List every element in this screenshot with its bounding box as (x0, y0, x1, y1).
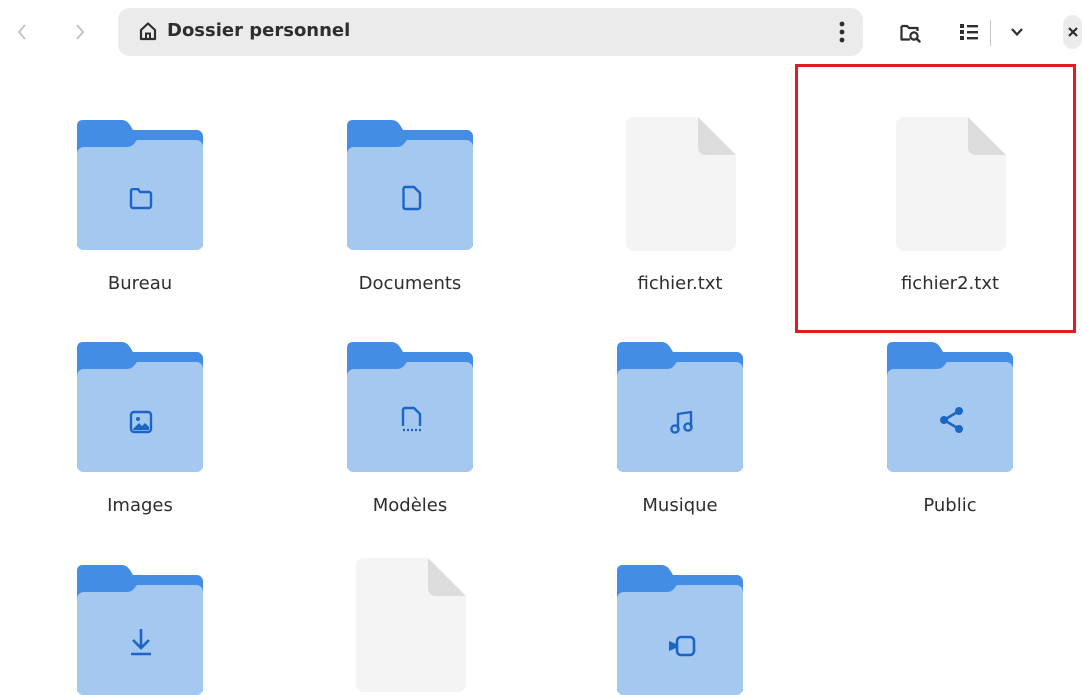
music-icon (670, 410, 693, 434)
item-label: Bureau (107, 273, 173, 294)
list-view-icon (960, 24, 978, 40)
item-label: Musique (642, 495, 718, 516)
header-bar: Dossier personnel (0, 0, 1082, 66)
toolbar-separator (990, 20, 991, 46)
document-icon (402, 185, 422, 211)
forward-icon (76, 24, 85, 40)
grid-item-fichier[interactable]: fichier.txt (545, 110, 815, 310)
grid-item-public[interactable]: Public (815, 332, 1082, 532)
grid-item-bureau[interactable]: Bureau (5, 110, 275, 310)
template-icon (401, 406, 422, 432)
item-label: Public (923, 495, 977, 516)
chevron-down-icon (1011, 28, 1023, 37)
close-button[interactable] (1055, 15, 1082, 49)
grid-item-modeles[interactable]: Modèles (275, 332, 545, 532)
forward-button[interactable] (66, 18, 94, 46)
grid-item-documents[interactable]: Documents (275, 110, 545, 310)
grid-item-images[interactable]: Images (5, 332, 275, 532)
download-icon (131, 629, 151, 656)
folder-icon (77, 120, 203, 250)
home-icon (139, 22, 157, 41)
search-button[interactable] (892, 16, 928, 48)
item-label: Modèles (372, 495, 448, 516)
grid-item-file[interactable] (275, 555, 545, 692)
selection-highlight-box (795, 64, 1076, 333)
path-menu-button[interactable] (835, 19, 849, 45)
back-icon (17, 24, 26, 40)
grid-item-musique[interactable]: Musique (545, 332, 815, 532)
grid-item-telechargements[interactable] (5, 555, 275, 695)
image-icon (129, 410, 153, 434)
back-button[interactable] (8, 18, 36, 46)
item-label: fichier.txt (637, 273, 723, 294)
text-file-icon (626, 117, 736, 251)
text-file-icon (356, 558, 466, 692)
path-location[interactable]: Dossier personnel (167, 20, 350, 42)
close-icon (1067, 27, 1078, 37)
share-icon (940, 407, 963, 433)
search-folder-icon (900, 24, 921, 43)
view-options-button[interactable] (1002, 16, 1032, 48)
folder-emblem-icon (129, 188, 153, 210)
path-bar[interactable]: Dossier personnel (118, 8, 863, 56)
folder-icon (617, 565, 743, 695)
folder-icon (77, 342, 203, 472)
grid-item-videos[interactable] (545, 555, 815, 695)
more-options-icon (839, 21, 845, 43)
item-label: Documents (358, 273, 462, 294)
view-list-button[interactable] (952, 16, 986, 48)
folder-icon (617, 342, 743, 472)
video-icon (669, 635, 696, 657)
item-label: Images (107, 495, 173, 516)
